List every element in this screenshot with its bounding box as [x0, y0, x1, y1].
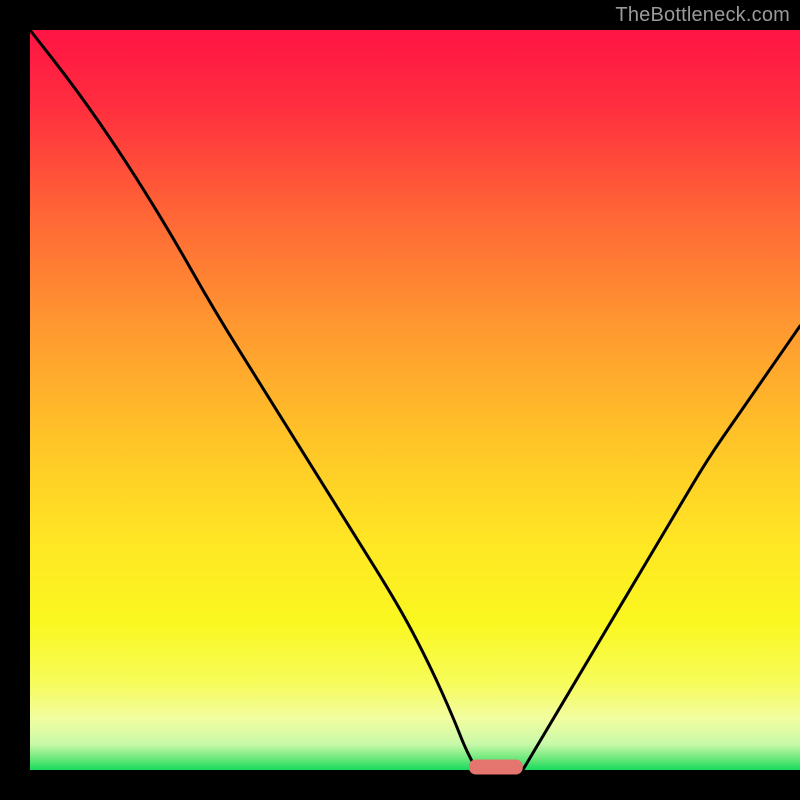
- watermark-text: TheBottleneck.com: [615, 4, 790, 27]
- chart-container: TheBottleneck.com: [0, 0, 800, 800]
- bottleneck-chart: [0, 0, 800, 800]
- valley-marker: [469, 760, 523, 775]
- plot-background: [30, 30, 800, 770]
